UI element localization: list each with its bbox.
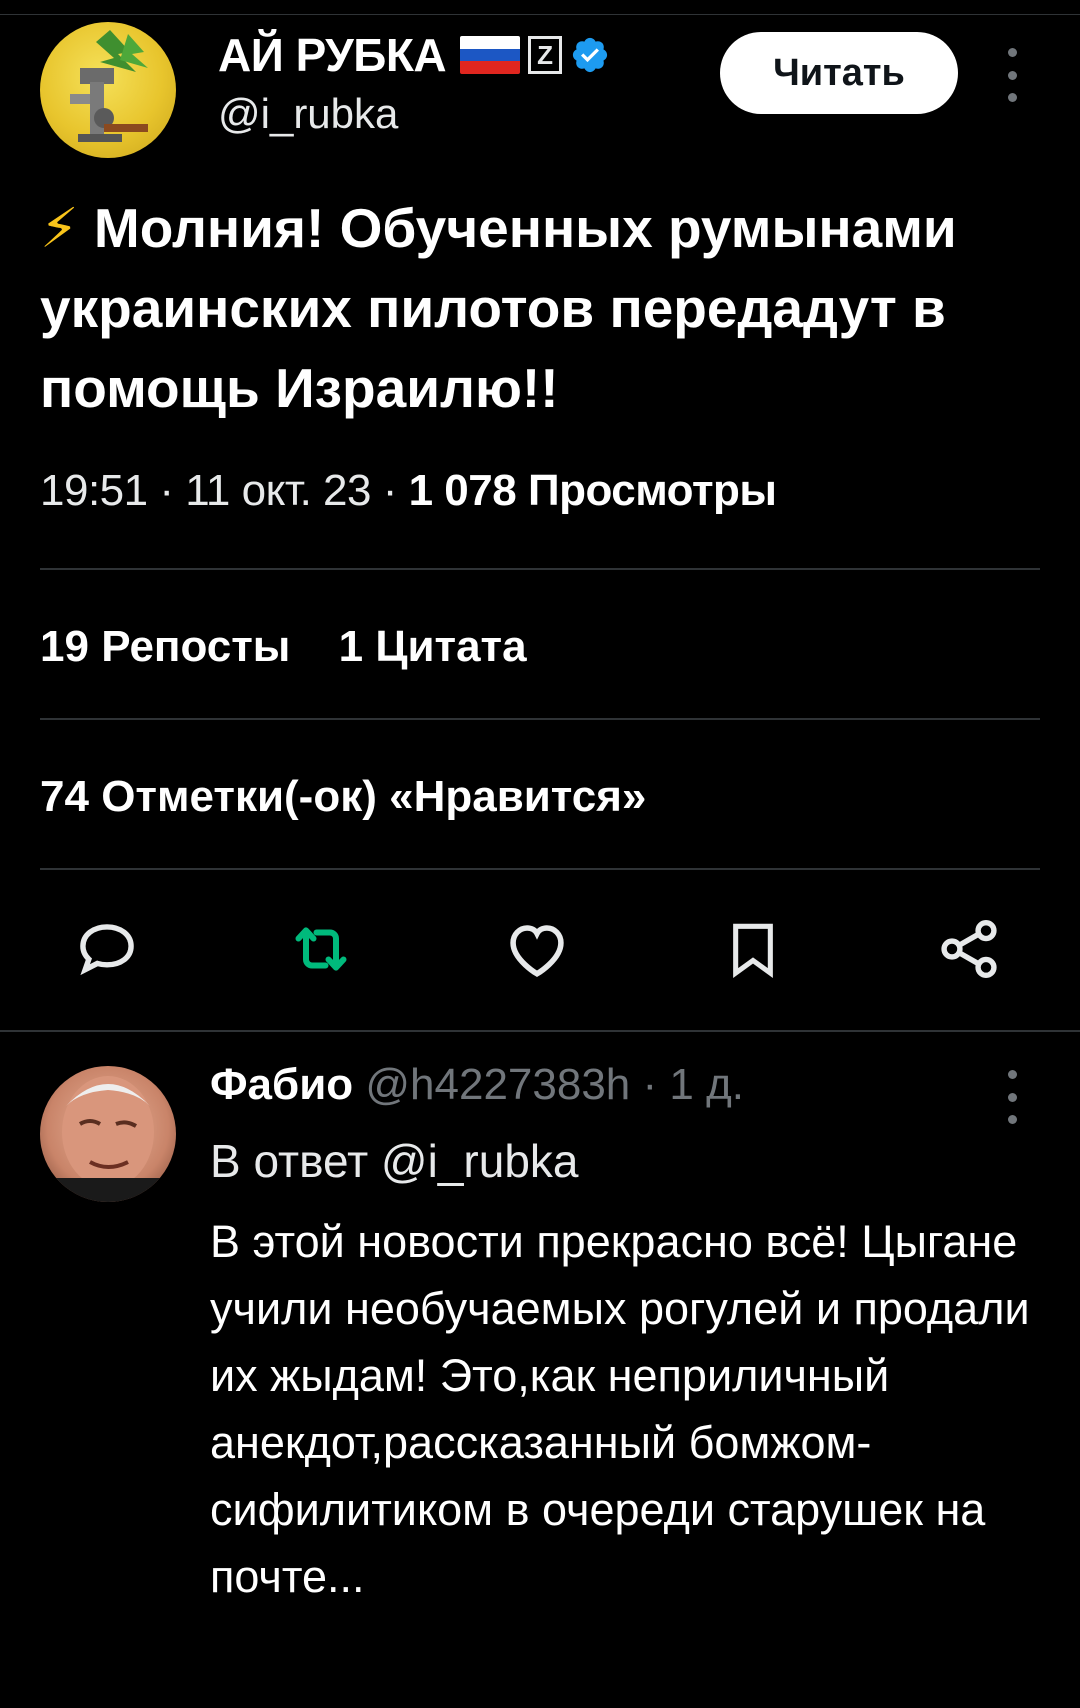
quotes-label: Цитата: [375, 622, 527, 671]
reposts-link[interactable]: 19 Репосты: [40, 622, 290, 671]
author-name-row: АЙ РУБКА Z: [218, 28, 610, 82]
tweet-time[interactable]: 19:51 · 11 окт. 23 ·: [40, 466, 409, 515]
bookmark-icon[interactable]: [708, 904, 798, 994]
reply-more-options-icon[interactable]: [1000, 1070, 1024, 1124]
divider-1: [40, 568, 1040, 570]
divider-2: [40, 718, 1040, 720]
quotes-count: 1: [338, 622, 364, 671]
likes-count: 74: [40, 772, 89, 821]
reply-icon[interactable]: [62, 904, 152, 994]
lightning-emoji-icon: ⚡: [40, 197, 79, 259]
top-divider: [0, 14, 1080, 15]
divider-3: [40, 868, 1040, 870]
reply-to-label[interactable]: В ответ @i_rubka: [210, 1134, 579, 1188]
quotes-link[interactable]: 1 Цитата: [339, 622, 527, 671]
z-letter-badge: Z: [528, 36, 563, 74]
heart-icon[interactable]: [492, 904, 582, 994]
author-handle[interactable]: @i_rubka: [218, 90, 398, 138]
reposts-count: 19: [40, 622, 89, 671]
author-avatar[interactable]: [40, 22, 176, 158]
reply-author-name[interactable]: Фабио: [210, 1060, 353, 1109]
more-options-icon[interactable]: [1000, 48, 1024, 102]
follow-button[interactable]: Читать: [720, 32, 958, 114]
author-display-name[interactable]: АЙ РУБКА: [218, 28, 447, 82]
tweet-meta: 19:51 · 11 окт. 23 · 1 078 Просмотры: [40, 466, 777, 516]
russia-flag-icon: [460, 36, 521, 74]
views-count: 1 078: [408, 466, 517, 515]
action-bar: [40, 904, 1040, 994]
reposts-label: Репосты: [101, 622, 291, 671]
verified-badge-icon: [573, 37, 608, 73]
share-icon[interactable]: [924, 904, 1014, 994]
reply-author-avatar[interactable]: [40, 1066, 176, 1202]
section-divider: [0, 1030, 1080, 1032]
reply-text: В этой новости прекрасно всё! Цыгане учи…: [210, 1216, 1030, 1602]
retweet-icon[interactable]: [276, 904, 366, 994]
reply-header: Фабио @h4227383h · 1 д.: [210, 1060, 744, 1110]
likes-label: Отметки(-ок) «Нравится»: [101, 772, 647, 821]
tweet-text-body: Молния! Обученных румынами украинских пи…: [40, 197, 957, 419]
tweet-text: ⚡ Молния! Обученных румынами украинских …: [40, 188, 1050, 428]
views-label: Просмотры: [527, 466, 777, 515]
likes-link[interactable]: 74 Отметки(-ок) «Нравится»: [40, 772, 646, 822]
reply-handle-time[interactable]: @h4227383h · 1 д.: [353, 1060, 744, 1109]
engagement-row: 19 Репосты 1 Цитата: [40, 622, 527, 672]
